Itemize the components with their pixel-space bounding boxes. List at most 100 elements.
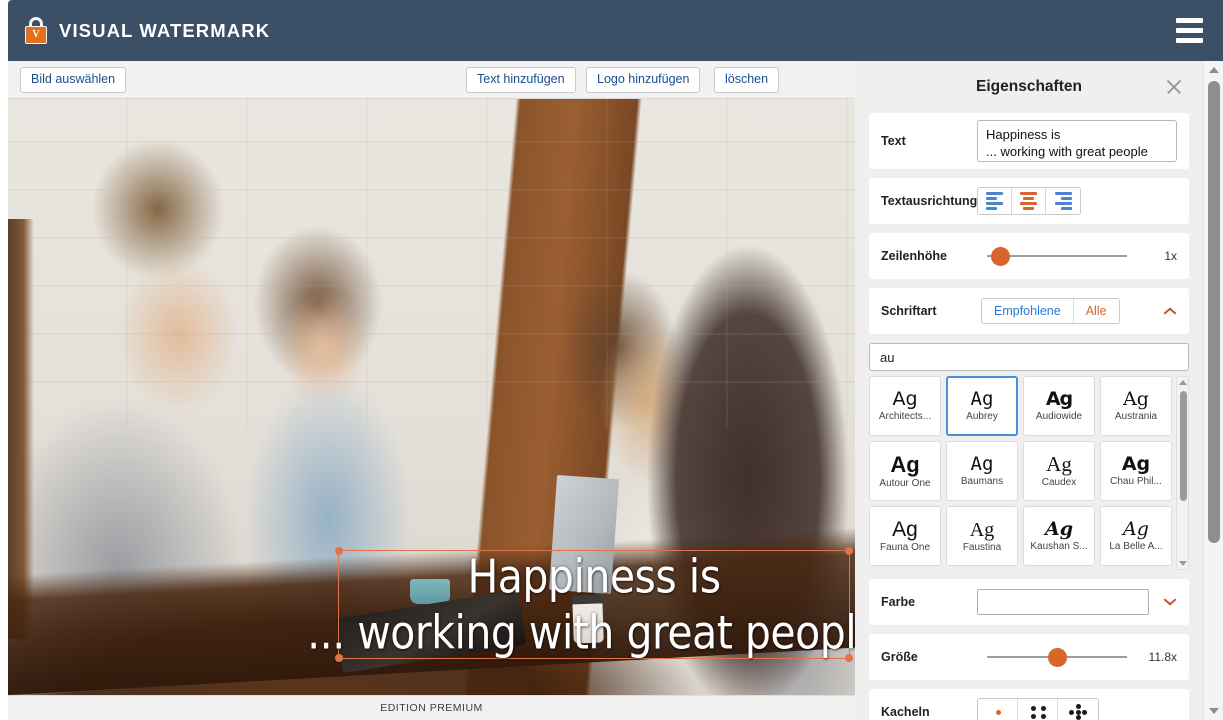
font-item[interactable]: Ag La Belle A... — [1100, 506, 1172, 566]
logo-letter: V — [32, 29, 40, 40]
line-height-label: Zeilenhöhe — [881, 249, 947, 263]
watermark-selection-box[interactable]: Happiness is ... working with great peop… — [307, 547, 855, 662]
font-list-scrollbar[interactable] — [1176, 376, 1189, 570]
align-right-icon[interactable] — [1046, 188, 1080, 214]
size-value: 11.8x — [1148, 650, 1177, 664]
image-canvas[interactable]: Happiness is ... working with great peop… — [8, 99, 855, 695]
alignment-label: Textausrichtung — [881, 194, 978, 208]
font-name: Baumans — [960, 476, 1004, 487]
font-sample: Ag — [1044, 518, 1074, 540]
add-logo-button[interactable]: Logo hinzufügen — [586, 67, 701, 93]
font-sample: Ag — [890, 451, 920, 477]
font-tab-recommended[interactable]: Empfohlene — [982, 299, 1074, 323]
font-tab-group: Empfohlene Alle — [981, 298, 1120, 324]
scroll-down-arrow-icon[interactable] — [1178, 561, 1187, 566]
close-icon[interactable] — [1165, 78, 1183, 96]
alignment-property-row: Textausrichtung — [869, 178, 1189, 224]
line-height-value: 1x — [1164, 249, 1177, 263]
resize-handle-top-left[interactable] — [335, 547, 343, 555]
font-item[interactable]: Ag Fauna One — [869, 506, 941, 566]
size-slider[interactable] — [987, 646, 1127, 668]
resize-handle-bottom-left[interactable] — [335, 654, 343, 662]
font-sample: Ag — [1123, 518, 1149, 540]
font-sample: Ag — [1045, 388, 1073, 410]
app-header: V VISUAL WATERMARK — [8, 0, 1223, 61]
font-sample: Ag — [969, 518, 995, 541]
brand-name: VISUAL WATERMARK — [59, 19, 271, 41]
font-item[interactable]: Ag Chau Phil... — [1100, 441, 1172, 501]
font-item[interactable]: Ag Caudex — [1023, 441, 1095, 501]
scroll-down-arrow-icon[interactable] — [1208, 708, 1219, 714]
font-tab-all[interactable]: Alle — [1073, 299, 1119, 323]
font-property-row: Schriftart Empfohlene Alle — [869, 288, 1189, 334]
line-height-slider[interactable] — [987, 245, 1127, 267]
font-name: Chau Phil... — [1110, 476, 1162, 487]
scroll-up-arrow-icon[interactable] — [1178, 380, 1187, 385]
line-height-slider-knob[interactable] — [990, 246, 1010, 266]
app-window: V VISUAL WATERMARK Bild auswählen Text h… — [0, 0, 1223, 720]
font-item[interactable]: Ag Autour One — [869, 441, 941, 501]
font-sample: Ag — [1046, 452, 1072, 476]
font-name: Caudex — [1041, 477, 1077, 488]
font-item[interactable]: Ag Faustina — [946, 506, 1018, 566]
font-label: Schriftart — [881, 304, 937, 318]
editor-toolbar: Bild auswählen Text hinzufügen Logo hinz… — [8, 61, 855, 99]
line-height-property-row: Zeilenhöhe 1x — [869, 233, 1189, 279]
text-label: Text — [881, 134, 906, 148]
color-label: Farbe — [881, 595, 916, 609]
text-property-row: Text — [869, 113, 1189, 169]
tile-diamond-5-icon[interactable] — [1058, 699, 1098, 720]
font-name: Kaushan S... — [1030, 541, 1088, 552]
brand-logo[interactable]: V VISUAL WATERMARK — [24, 17, 270, 44]
font-item[interactable]: Ag Austrania — [1100, 376, 1172, 436]
scroll-up-arrow-icon[interactable] — [1208, 67, 1219, 73]
delete-button[interactable]: löschen — [714, 67, 780, 93]
watermark-text: Happiness is ... working with great peop… — [307, 549, 855, 660]
font-item[interactable]: Ag Audiowide — [1023, 376, 1095, 436]
font-list-scroll-thumb[interactable] — [1179, 391, 1187, 501]
size-slider-knob[interactable] — [1047, 647, 1067, 667]
properties-panel: Eigenschaften Text Textausrichtung Zeile… — [855, 61, 1203, 720]
font-sample: Ag — [1123, 388, 1149, 410]
panel-title: Eigenschaften — [976, 78, 1082, 95]
font-name: Faustina — [962, 541, 1002, 553]
watermark-text-input[interactable] — [977, 120, 1177, 162]
select-image-button[interactable]: Bild auswählen — [20, 67, 127, 93]
font-name: Fauna One — [879, 542, 931, 553]
font-search-input[interactable] — [869, 343, 1189, 371]
color-swatch[interactable] — [977, 589, 1149, 615]
font-name: Autour One — [879, 477, 931, 489]
tiles-property-row: Kacheln — [869, 689, 1189, 720]
tile-grid-4-icon[interactable] — [1018, 699, 1058, 720]
size-label: Größe — [881, 650, 918, 664]
font-item-selected[interactable]: Ag Aubrey — [946, 376, 1018, 436]
font-item[interactable]: Ag Baumans — [946, 441, 1018, 501]
color-property-row: Farbe — [869, 579, 1189, 625]
font-name: Audiowide — [1035, 411, 1083, 422]
resize-handle-top-right[interactable] — [845, 547, 853, 555]
font-item[interactable]: Ag Architects... — [869, 376, 941, 436]
alignment-button-group — [977, 187, 1081, 215]
font-name: Architects... — [878, 411, 932, 422]
font-grid: Ag Architects... Ag Aubrey Ag Audiowide … — [869, 376, 1176, 570]
align-left-icon[interactable] — [978, 188, 1012, 214]
hamburger-menu-icon[interactable] — [1176, 18, 1203, 43]
tile-single-icon[interactable] — [978, 699, 1018, 720]
tile-button-group — [977, 698, 1099, 720]
edition-label: EDITION PREMIUM — [380, 702, 483, 714]
add-text-button[interactable]: Text hinzufügen — [466, 67, 576, 93]
font-sample: Ag — [892, 388, 918, 410]
font-name: Aubrey — [966, 411, 998, 422]
font-item[interactable]: Ag Kaushan S... — [1023, 506, 1095, 566]
font-sample: Ag — [892, 518, 918, 541]
align-center-icon[interactable] — [1012, 188, 1046, 214]
tiles-label: Kacheln — [881, 705, 930, 719]
panel-scrollbar[interactable] — [1203, 61, 1223, 720]
size-property-row: Größe 11.8x — [869, 634, 1189, 680]
font-name: Austrania — [1114, 411, 1158, 422]
chevron-down-icon[interactable] — [1163, 598, 1177, 607]
panel-scroll-thumb[interactable] — [1208, 81, 1220, 543]
chevron-up-icon[interactable] — [1163, 307, 1177, 316]
font-sample: Ag — [970, 388, 994, 410]
resize-handle-bottom-right[interactable] — [845, 654, 853, 662]
